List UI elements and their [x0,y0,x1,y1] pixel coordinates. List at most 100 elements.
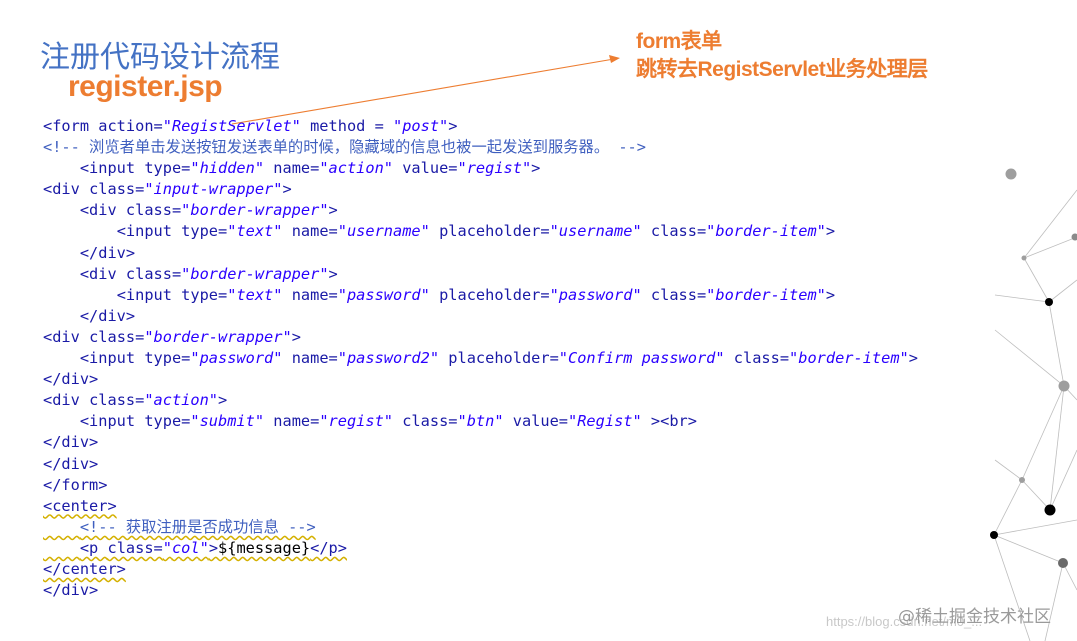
code-line: <div class="input-wrapper"> [43,179,918,200]
code-line: <div class="action"> [43,390,918,411]
code-token: "Confirm password" [558,349,725,368]
code-line: <input type="password" name="password2" … [43,348,918,369]
code-token: ><br> [641,412,697,431]
code-line: <p class="col">${message}</p> [43,538,918,559]
code-token: > [825,285,836,304]
code-token: "password" [190,349,283,368]
network-decoration [990,168,1077,641]
code-token: name= [282,222,338,241]
code-token: "regist" [319,412,394,431]
code-token: <center> [43,496,117,515]
code-token: <input [116,222,182,241]
code-token: name= [282,285,338,304]
code-line: </center> [43,559,918,580]
code-token: method = [300,117,393,135]
code-token: name= [264,412,320,431]
code-token: <form [43,117,99,135]
code-token: placeholder= [429,285,550,304]
code-token: > [328,264,338,283]
code-token: "regist" [457,159,532,178]
code-token: "action" [144,391,219,410]
code-token: </div> [79,306,136,325]
code-token: "hidden" [190,159,265,178]
code-token: > [218,391,228,410]
code-line: </div> [43,369,918,390]
code-line: </div> [43,243,918,264]
code-token: action= [98,117,163,135]
code-line: </div> [43,454,918,475]
code-token: "border-item" [789,349,909,368]
code-token: <input [79,159,145,178]
code-token: > [825,222,836,241]
code-line: </form> [43,475,918,496]
code-token: <input [79,412,145,431]
code-line: <!-- 浏览者单击发送按钮发送表单的时候，隐藏域的信息也被一起发送到服务器。 … [43,137,918,158]
code-token: "border-wrapper" [181,201,329,220]
code-token: > [282,180,292,199]
code-token: "border-wrapper" [181,264,329,283]
code-token: "RegistServlet" [162,117,301,135]
code-token: </div> [43,454,99,473]
slide-subtitle: register.jsp [68,70,223,103]
code-token: </div> [79,243,136,262]
code-token: <p [79,538,108,557]
code-token: "border-item" [706,222,826,241]
code-token: > [531,159,541,178]
code-token: <div [79,201,126,220]
code-line: <div class="border-wrapper"> [43,264,918,285]
code-token: <div [43,180,90,199]
code-line: <input type="hidden" name="action" value… [43,158,918,179]
annotation-callout: form表单 跳转去RegistServlet业务处理层 [636,28,928,84]
code-token: > [291,327,301,346]
code-token: <div [43,327,90,346]
code-token: <div [43,391,90,410]
code-token: class= [125,201,182,220]
code-line: <input type="text" name="username" place… [43,221,918,242]
code-token: </div> [43,581,99,600]
code-line: <input type="submit" name="regist" class… [43,411,918,432]
code-line: <!-- 获取注册是否成功信息 --> [43,517,918,538]
code-token: name= [282,349,338,368]
code-token: "username" [337,222,430,241]
code-token: "post" [393,117,449,135]
code-token: class= [89,327,145,346]
code-token: ${message} [218,538,311,557]
code-token: placeholder= [439,349,559,368]
code-line: <div class="border-wrapper"> [43,327,918,348]
code-token: class= [393,412,458,431]
code-token: </form> [43,475,108,494]
code-token: "username" [549,222,642,241]
code-token: "text" [227,222,283,241]
code-line: </div> [43,306,918,327]
code-token: <div [79,264,126,283]
code-token: > [328,201,338,220]
code-token: "text" [227,285,283,304]
annotation-line-1: form表单 [636,30,722,53]
site-watermark: @稀土掘金技术社区 [898,607,1051,627]
code-line: </div> [43,432,918,453]
code-line: <div class="border-wrapper"> [43,200,918,221]
code-token: class= [641,222,707,241]
code-token: "input-wrapper" [144,180,283,199]
code-token: > [908,349,918,368]
code-token: class= [107,538,163,557]
code-token: <!-- 浏览者单击发送按钮发送表单的时候，隐藏域的信息也被一起发送到服务器。 … [43,138,646,157]
code-token: "border-wrapper" [144,327,292,346]
code-token: "submit" [190,412,265,431]
code-token: "password2" [337,349,440,368]
code-token: type= [144,349,191,368]
code-token: type= [181,285,228,304]
code-token: placeholder= [429,222,550,241]
code-token: </p> [310,538,347,557]
code-token: "border-item" [706,285,826,304]
code-token: </center> [43,559,126,578]
code-token: <!-- 获取注册是否成功信息 --> [79,517,316,536]
code-token: "password" [337,285,430,304]
code-token: type= [144,159,191,178]
